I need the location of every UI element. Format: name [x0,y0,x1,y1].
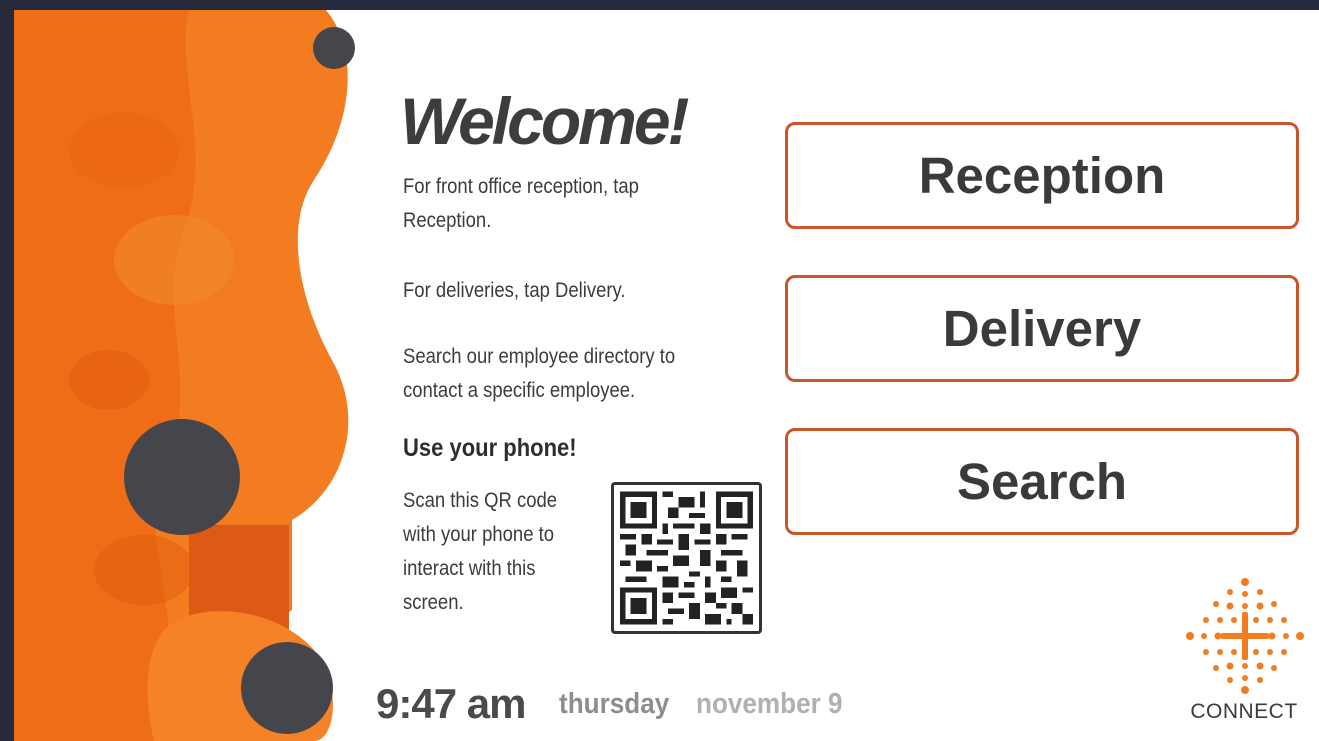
search-instruction: Search our employee directory to contact… [403,345,676,402]
clock-date: november 9 [696,688,843,720]
qr-code-icon [611,482,762,634]
clock-time: 9:47 am [376,680,526,727]
delivery-button[interactable]: Delivery [785,275,1299,382]
use-phone-heading: Use your phone! [403,434,577,462]
clock-day: thursday [559,688,670,720]
search-button[interactable]: Search [785,428,1299,535]
reception-instruction: For front office reception, tap Receptio… [403,175,639,232]
qr-instructions: Scan this QR code with your phone to int… [403,489,558,614]
kiosk-screen: Welcome! For front office reception, tap… [14,10,1319,741]
welcome-title: Welcome! [400,84,690,158]
brand-name: CONNECT [1190,700,1298,723]
reception-button[interactable]: Reception [785,122,1299,229]
delivery-instruction: For deliveries, tap Delivery. [403,279,626,302]
connect-logo-icon [1186,578,1304,694]
